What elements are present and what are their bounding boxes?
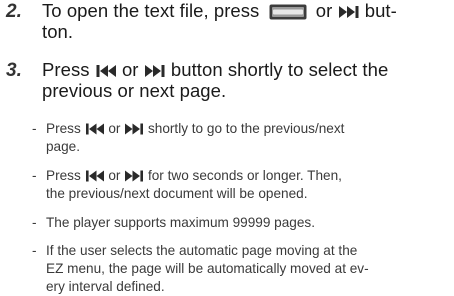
bullet-text-line: EZ menu, the page will be automatically … <box>46 261 369 276</box>
bullet-text-part: Press <box>46 121 81 136</box>
bullet-dash: - <box>32 243 37 258</box>
step-number: 3. <box>6 60 22 81</box>
manual-page: 2. To open the text file, press or but- … <box>0 0 454 296</box>
step-text-part: or <box>315 0 333 21</box>
skip-next-icon <box>144 64 166 78</box>
step-text-part: button shortly to select the <box>170 59 389 80</box>
skip-previous-icon <box>85 123 105 135</box>
step-text: Press or button shortly to select the pr… <box>42 59 450 101</box>
bullet-text-line: If the user selects the automatic page m… <box>46 243 358 258</box>
bullet-text-part: or <box>108 121 121 136</box>
skip-next-icon <box>338 5 360 19</box>
bullet-text-part: for two seconds or longer. Then, <box>147 168 342 183</box>
step-text-part: or <box>121 59 139 80</box>
skip-next-icon <box>124 170 144 182</box>
step-number: 2. <box>6 1 22 22</box>
bullet-text-part: The player supports maximum 99999 pages. <box>46 215 315 230</box>
bullet-text-part: Press <box>46 168 81 183</box>
menu-button-icon <box>269 3 307 20</box>
step-text: To open the text file, press or but- ton… <box>42 0 450 42</box>
skip-next-icon <box>124 123 144 135</box>
bullet-text: Press or for two seconds or longer. Then… <box>46 167 450 203</box>
bullet-text: If the user selects the automatic page m… <box>46 242 450 296</box>
bullet-text-part: shortly to go to the previous/next <box>147 121 345 136</box>
bullet-text-part: or <box>108 168 121 183</box>
skip-previous-icon <box>85 170 105 182</box>
bullet-text: The player supports maximum 99999 pages. <box>46 214 450 232</box>
step-text-part: previous or next page. <box>42 80 227 101</box>
step-text-part: Press <box>42 59 90 80</box>
bullet-dash: - <box>32 168 37 183</box>
step-text-part: To open the text file, press <box>42 0 260 21</box>
bullet-dash: - <box>32 121 37 136</box>
step-text-part: ton. <box>42 21 74 42</box>
skip-previous-icon <box>95 64 117 78</box>
bullet-text-part: the previous/next document will be opene… <box>46 186 308 201</box>
bullet-text-part: page. <box>46 139 81 154</box>
step-text-part: but- <box>364 0 397 21</box>
bullet-text-line: ery interval defined. <box>46 279 165 294</box>
bullet-dash: - <box>32 215 37 230</box>
bullet-text: Press or shortly to go to the previous/n… <box>46 120 450 156</box>
